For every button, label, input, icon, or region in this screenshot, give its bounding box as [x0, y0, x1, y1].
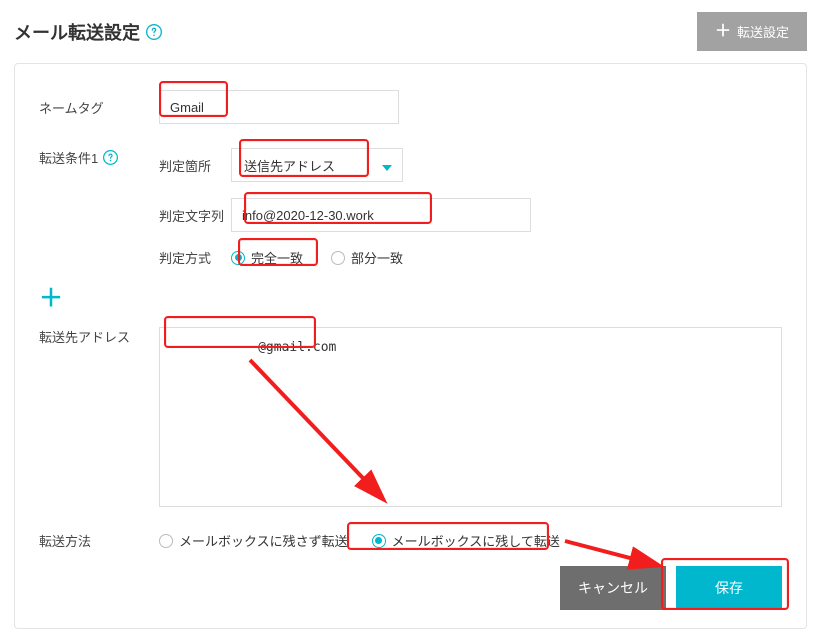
method-delete-radio[interactable]: メールボックスに残さず転送 — [159, 531, 348, 550]
plus-icon: ＋ — [715, 24, 731, 40]
judge-place-label: 判定箇所 — [159, 156, 231, 175]
page-title: メール転送設定 — [14, 19, 140, 45]
judge-string-label: 判定文字列 — [159, 206, 231, 225]
chevron-down-icon — [382, 161, 392, 171]
help-icon[interactable] — [103, 150, 118, 165]
judge-string-input[interactable] — [231, 198, 531, 232]
judge-method-partial-radio[interactable]: 部分一致 — [331, 248, 403, 267]
dest-label: 転送先アドレス — [39, 327, 159, 346]
help-icon[interactable] — [146, 24, 162, 40]
condition1-label: 転送条件1 — [39, 148, 159, 167]
add-condition-button[interactable]: ＋ — [39, 287, 59, 311]
nametag-input[interactable] — [159, 90, 399, 124]
method-keep-label: メールボックスに残して転送 — [392, 531, 560, 550]
judge-method-exact-label: 完全一致 — [251, 248, 303, 267]
nametag-label: ネームタグ — [39, 98, 159, 117]
method-keep-radio[interactable]: メールボックスに残して転送 — [372, 531, 560, 550]
method-label: 転送方法 — [39, 531, 159, 550]
judge-method-exact-radio[interactable]: 完全一致 — [231, 248, 303, 267]
judge-method-partial-label: 部分一致 — [351, 248, 403, 267]
judge-place-selected: 送信先アドレス — [244, 156, 335, 175]
add-transfer-button[interactable]: ＋ 転送設定 — [697, 12, 807, 51]
dest-textarea[interactable] — [159, 327, 782, 507]
method-delete-label: メールボックスに残さず転送 — [179, 531, 348, 550]
save-button[interactable]: 保存 — [676, 566, 782, 610]
add-transfer-label: 転送設定 — [737, 22, 789, 41]
judge-method-label: 判定方式 — [159, 248, 231, 267]
judge-place-select[interactable]: 送信先アドレス — [231, 148, 403, 182]
cancel-button[interactable]: キャンセル — [560, 566, 666, 610]
form-card: ネームタグ 転送条件1 判定箇所 送信先アドレス 判定文字列 — [14, 63, 807, 629]
